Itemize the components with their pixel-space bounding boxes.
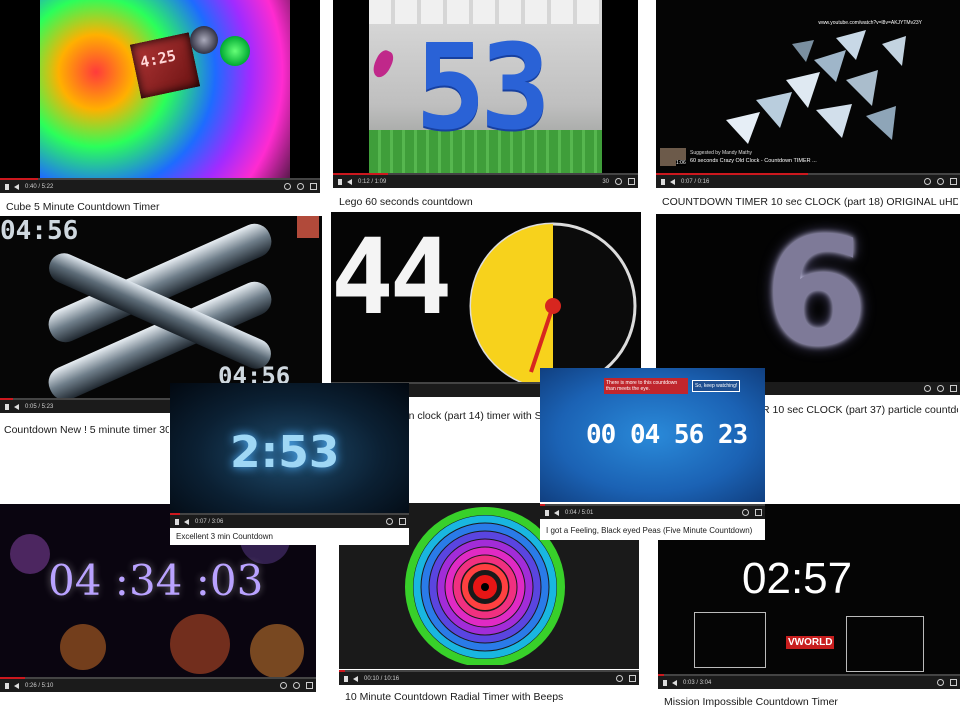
video-time: 0:26 / 5:10 bbox=[25, 682, 54, 689]
pause-icon[interactable] bbox=[5, 682, 9, 689]
settings-icon[interactable] bbox=[386, 518, 393, 525]
player-controls[interactable]: 0:40 / 5:22 bbox=[0, 178, 320, 193]
annotation-1[interactable]: There is more to this countdown than mee… bbox=[604, 378, 688, 394]
video-title[interactable]: I got a Feeling, Black eyed Peas (Five M… bbox=[546, 526, 752, 535]
info-icon[interactable] bbox=[924, 178, 931, 185]
video-title[interactable]: 10 Minute Countdown Radial Timer with Be… bbox=[345, 691, 563, 703]
video-tile-lego[interactable]: 53 0:12 / 1:09 30 Lego 60 seconds countd… bbox=[333, 0, 638, 212]
video-player[interactable]: 6 bbox=[656, 214, 960, 382]
player-controls[interactable]: 0:07 / 3:06 bbox=[170, 513, 409, 528]
volume-icon[interactable] bbox=[670, 178, 675, 185]
video-player[interactable]: 44 bbox=[331, 212, 641, 382]
avatar bbox=[297, 216, 319, 238]
video-time: 0:05 / 5:23 bbox=[25, 403, 54, 410]
video-tile-crazy-clock[interactable]: www.youtube.com/watch?v=l8v=AKJYTMv23Y 1… bbox=[656, 0, 960, 212]
volume-icon[interactable] bbox=[14, 682, 19, 689]
volume-icon[interactable] bbox=[14, 183, 19, 190]
excellent-timer: 2:53 bbox=[230, 427, 340, 478]
fullscreen-icon[interactable] bbox=[950, 679, 957, 686]
pause-icon[interactable] bbox=[175, 518, 179, 525]
suggested-title[interactable]: 60 seconds Crazy Old Clock - Countdown T… bbox=[690, 158, 817, 164]
pause-icon[interactable] bbox=[5, 183, 9, 190]
info-icon[interactable] bbox=[280, 682, 287, 689]
video-player[interactable]: 4:25 bbox=[0, 0, 320, 180]
video-time: 0:07 / 0:16 bbox=[681, 178, 710, 185]
player-controls[interactable]: 0:03 / 3:04 bbox=[658, 674, 960, 689]
pause-icon[interactable] bbox=[5, 403, 9, 410]
volume-icon[interactable] bbox=[672, 679, 677, 686]
settings-icon[interactable] bbox=[297, 183, 304, 190]
volume-icon[interactable] bbox=[554, 509, 559, 516]
fullscreen-icon[interactable] bbox=[399, 518, 406, 525]
settings-icon[interactable] bbox=[293, 682, 300, 689]
shattered-clock bbox=[726, 30, 906, 144]
player-controls[interactable]: 0:04 / 5:01 bbox=[540, 504, 765, 519]
player-controls[interactable]: 0:07 / 0:16 bbox=[656, 173, 960, 188]
video-player[interactable]: 2:53 bbox=[170, 383, 409, 513]
fullscreen-icon[interactable] bbox=[629, 675, 636, 682]
settings-icon[interactable] bbox=[937, 385, 944, 392]
video-time: 0:40 / 5:22 bbox=[25, 183, 54, 190]
video-title[interactable]: Excellent 3 min Countdown bbox=[176, 532, 273, 541]
video-tile-feeling[interactable]: There is more to this countdown than mee… bbox=[540, 368, 765, 540]
settings-icon[interactable] bbox=[937, 679, 944, 686]
video-title[interactable]: Mission Impossible Countdown Timer bbox=[664, 696, 838, 708]
video-title[interactable]: Cube 5 Minute Countdown Timer bbox=[6, 201, 160, 213]
player-controls[interactable]: 0:26 / 5:10 bbox=[0, 677, 316, 692]
video-player[interactable]: There is more to this countdown than mee… bbox=[540, 368, 765, 502]
video-title[interactable]: Lego 60 seconds countdown bbox=[339, 196, 473, 208]
quality-label[interactable]: 30 bbox=[602, 179, 609, 185]
volume-icon[interactable] bbox=[184, 518, 189, 525]
video-player[interactable]: www.youtube.com/watch?v=l8v=AKJYTMv23Y 1… bbox=[656, 0, 960, 175]
fullscreen-icon[interactable] bbox=[755, 509, 762, 516]
settings-icon[interactable] bbox=[742, 509, 749, 516]
fullscreen-icon[interactable] bbox=[950, 385, 957, 392]
pause-icon[interactable] bbox=[661, 178, 665, 185]
pause-icon[interactable] bbox=[545, 509, 549, 516]
top-timer: 04:56 bbox=[0, 216, 79, 246]
player-controls[interactable]: 0:12 / 1:09 30 bbox=[333, 173, 638, 188]
fullscreen-icon[interactable] bbox=[310, 183, 317, 190]
player-controls[interactable]: 00:10 / 10:16 bbox=[339, 670, 639, 685]
info-icon[interactable] bbox=[284, 183, 291, 190]
pause-icon[interactable] bbox=[338, 178, 342, 185]
video-title[interactable]: COUNTDOWN TIMER 10 sec CLOCK (part 18) O… bbox=[662, 196, 958, 208]
video-tile-cube[interactable]: 4:25 0:40 / 5:22 Cube 5 Minute Countdown… bbox=[0, 0, 320, 216]
channel-logo: VWORLD bbox=[786, 636, 835, 649]
video-time: 0:04 / 5:01 bbox=[565, 509, 594, 516]
settings-icon[interactable] bbox=[615, 178, 622, 185]
video-time: 00:10 / 10:16 bbox=[364, 675, 400, 682]
suggested-by: Suggested by Mandy Mathy bbox=[690, 150, 752, 156]
volume-icon[interactable] bbox=[14, 403, 19, 410]
bokeh-timer: 04 :34 :03 bbox=[48, 556, 264, 605]
video-time: 0:12 / 1:09 bbox=[358, 178, 387, 185]
thumb-duration: 1:06 bbox=[676, 160, 686, 166]
settings-icon[interactable] bbox=[937, 178, 944, 185]
video-title[interactable]: wn clock (part 14) timer with Sou bbox=[401, 410, 541, 422]
pause-icon[interactable] bbox=[344, 675, 348, 682]
volume-icon[interactable] bbox=[353, 675, 358, 682]
video-player[interactable]: 04:56 04:56 bbox=[0, 216, 322, 398]
video-player[interactable]: 53 bbox=[333, 0, 638, 175]
pause-icon[interactable] bbox=[663, 679, 667, 686]
feeling-timer: 00 04 56 23 bbox=[586, 420, 748, 450]
video-time: 0:03 / 3:04 bbox=[683, 679, 712, 686]
video-time: 0:07 / 3:06 bbox=[195, 518, 224, 525]
clock-dial bbox=[469, 222, 637, 382]
mission-timer: 02:57 bbox=[742, 554, 853, 603]
video-tile-excellent[interactable]: 2:53 0:07 / 3:06 Excellent 3 min Countdo… bbox=[170, 383, 409, 545]
info-icon[interactable] bbox=[924, 385, 931, 392]
video-title[interactable]: R 10 sec CLOCK (part 37) particle countd… bbox=[762, 404, 958, 416]
lego-digits: 53 bbox=[415, 18, 551, 156]
fullscreen-icon[interactable] bbox=[950, 178, 957, 185]
big-digits: 44 bbox=[331, 216, 452, 338]
fullscreen-icon[interactable] bbox=[306, 682, 313, 689]
fullscreen-icon[interactable] bbox=[628, 178, 635, 185]
volume-icon[interactable] bbox=[347, 178, 352, 185]
video-title[interactable]: Countdown New ! 5 minute timer 300 s bbox=[4, 424, 169, 436]
settings-icon[interactable] bbox=[616, 675, 623, 682]
particle-digit: 6 bbox=[764, 214, 869, 380]
annotation-2[interactable]: So, keep watching! bbox=[692, 380, 741, 392]
